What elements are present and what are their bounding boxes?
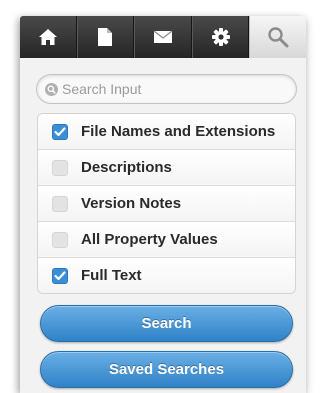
search-icon	[44, 82, 58, 96]
checkmark-icon	[54, 270, 66, 280]
checkmark-icon	[54, 126, 66, 136]
search-button-label: Search	[141, 315, 192, 332]
option-all-property-values[interactable]: All Property Values	[38, 222, 295, 258]
saved-searches-button-label: Saved Searches	[108, 361, 225, 378]
option-label: Descriptions	[81, 159, 172, 176]
search-input[interactable]	[62, 81, 282, 97]
home-icon	[38, 29, 57, 45]
search-icon	[268, 27, 289, 48]
tab-settings[interactable]	[191, 16, 250, 58]
option-label: All Property Values	[81, 231, 218, 248]
checkbox[interactable]	[52, 267, 68, 284]
saved-searches-button[interactable]: Saved Searches	[40, 351, 293, 388]
checkbox[interactable]	[52, 159, 68, 176]
tab-bar	[20, 16, 306, 58]
option-label: Version Notes	[81, 195, 182, 212]
option-full-text[interactable]: Full Text	[38, 258, 295, 293]
document-icon	[98, 28, 113, 46]
mail-icon	[153, 30, 173, 43]
checkbox[interactable]	[52, 231, 68, 248]
option-descriptions[interactable]: Descriptions	[38, 150, 295, 186]
option-label: Full Text	[81, 267, 142, 284]
option-file-names[interactable]: File Names and Extensions	[38, 114, 295, 150]
search-box[interactable]	[36, 74, 297, 104]
gear-icon	[211, 28, 230, 46]
tab-mail[interactable]	[134, 16, 192, 58]
tab-home[interactable]	[20, 16, 77, 58]
search-button[interactable]: Search	[40, 305, 293, 342]
search-panel: File Names and Extensions Descriptions V…	[20, 16, 306, 393]
checkbox[interactable]	[52, 195, 68, 212]
tab-documents[interactable]	[76, 16, 135, 58]
tab-search[interactable]	[249, 16, 306, 58]
search-options-list: File Names and Extensions Descriptions V…	[37, 113, 296, 294]
checkbox[interactable]	[52, 123, 68, 140]
option-version-notes[interactable]: Version Notes	[38, 186, 295, 222]
option-label: File Names and Extensions	[81, 123, 276, 140]
